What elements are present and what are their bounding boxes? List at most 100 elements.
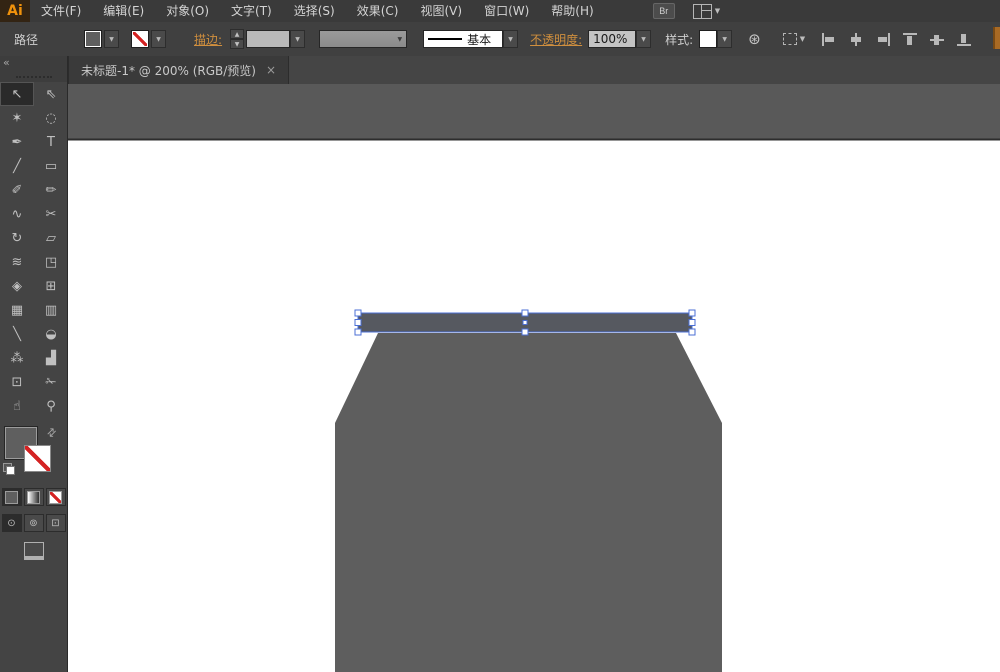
fill-dropdown-icon[interactable]: ▼ [104,30,119,48]
horizontal-align-center-icon[interactable] [848,32,864,47]
direct-selection-tool[interactable]: ⇖ [34,82,68,106]
stroke-color-control[interactable]: ▼ [131,30,166,48]
column-graph-tool[interactable]: ▟ [34,346,68,370]
artboard-tool[interactable]: ⊡ [0,370,34,394]
stroke-dropdown-icon[interactable]: ▼ [151,30,166,48]
bottle-body-shape[interactable] [335,333,722,672]
collapse-panel-icon[interactable]: « [3,56,10,69]
app-logo[interactable]: Ai [0,0,30,22]
vertical-align-center-icon[interactable] [929,32,945,47]
swap-fill-stroke-icon[interactable]: ⇄ [44,425,60,441]
zoom-tool[interactable]: ⚲ [34,394,68,418]
magic-wand-tool[interactable]: ✶ [0,106,34,130]
scissors-tool[interactable]: ✂ [34,202,68,226]
draw-inside-button[interactable]: ⊡ [46,514,66,532]
opacity-panel-link[interactable]: 不透明度: [530,31,582,48]
default-fill-stroke-icon[interactable] [3,463,15,475]
menu-type[interactable]: 文字(T) [220,0,283,22]
stroke-panel-link[interactable]: 描边: [194,31,222,48]
stroke-weight-stepper[interactable]: ▲ ▼ [230,29,244,49]
document-tab[interactable]: 未标题-1* @ 200% (RGB/预览) × [68,56,289,84]
width-tool[interactable]: ≋ [0,250,34,274]
selection-handle[interactable] [522,329,528,335]
style-dropdown-icon[interactable]: ▼ [717,30,732,48]
width-tool-icon: ≋ [12,255,23,270]
shape-builder-tool[interactable]: ◈ [0,274,34,298]
draw-behind-button[interactable]: ⊚ [24,514,44,532]
selection-handle[interactable] [689,320,695,326]
stroke-swatch[interactable] [24,445,51,472]
eyedropper-tool[interactable]: ╲ [0,322,34,346]
paintbrush-tool[interactable]: ✐ [0,178,34,202]
draw-behind-icon: ⊚ [29,518,37,529]
horizontal-align-right-icon[interactable] [875,32,891,47]
selection-tool[interactable]: ↖ [0,82,34,106]
blob-brush-tool[interactable]: ∿ [0,202,34,226]
paint-mode-row [0,488,67,506]
slice-tool[interactable]: ✁ [34,370,68,394]
vertical-align-bottom-icon[interactable] [956,32,972,47]
selection-handle[interactable] [355,310,361,316]
color-button[interactable] [2,488,22,506]
recolor-artwork-icon[interactable]: ⊛ [748,30,761,48]
gradient-tool[interactable]: ▥ [34,298,68,322]
perspective-grid-tool-icon: ⊞ [46,279,57,294]
pencil-tool[interactable]: ✏ [34,178,68,202]
selection-handle[interactable] [689,310,695,316]
stroke-weight-dropdown-icon[interactable]: ▼ [290,30,305,48]
arrange-documents-button[interactable]: ▼ [693,4,720,19]
stepper-down-icon[interactable]: ▼ [230,39,244,49]
opacity-dropdown-icon[interactable]: ▼ [636,30,651,48]
menu-object[interactable]: 对象(O) [155,0,220,22]
none-button[interactable] [46,488,66,506]
stroke-none-swatch[interactable] [131,30,149,48]
symbol-sprayer-tool[interactable]: ⁂ [0,346,34,370]
bridge-button[interactable]: Br [653,3,675,19]
menu-file[interactable]: 文件(F) [30,0,92,22]
menu-view[interactable]: 视图(V) [409,0,473,22]
blend-tool[interactable]: ◒ [34,322,68,346]
selection-handle[interactable] [522,310,528,316]
vertical-align-top-icon[interactable] [902,32,918,47]
stroke-weight-input[interactable] [246,30,290,48]
fill-swatch[interactable] [84,30,102,48]
screen-mode-icon[interactable] [24,542,44,560]
scale-tool[interactable]: ▱ [34,226,68,250]
lasso-tool[interactable]: ◌ [34,106,68,130]
style-swatch[interactable] [699,30,717,48]
menu-select[interactable]: 选择(S) [283,0,346,22]
panel-grip-handle[interactable] [16,76,52,78]
stepper-up-icon[interactable]: ▲ [230,29,244,39]
canvas-area[interactable] [68,84,1000,672]
mesh-tool[interactable]: ▦ [0,298,34,322]
chevron-down-icon: ▼ [715,7,720,15]
align-to-selection-button[interactable]: ▼ [783,33,805,45]
menu-window[interactable]: 窗口(W) [473,0,540,22]
selection-handle[interactable] [355,329,361,335]
draw-mode-row: ⊙ ⊚ ⊡ [0,514,67,532]
menu-help[interactable]: 帮助(H) [540,0,604,22]
rectangle-tool[interactable]: ▭ [34,154,68,178]
horizontal-align-left-icon[interactable] [821,32,837,47]
hand-tool[interactable]: ☝ [0,394,34,418]
opacity-input[interactable]: 100% [588,30,636,48]
selection-handle[interactable] [689,329,695,335]
fill-color-control[interactable]: ▼ [84,30,119,48]
gradient-button[interactable] [24,488,44,506]
menu-edit[interactable]: 编辑(E) [92,0,155,22]
line-segment-tool[interactable]: ╱ [0,154,34,178]
menu-effect[interactable]: 效果(C) [346,0,410,22]
width-profile-select[interactable]: ▼ [319,30,407,48]
selection-handle[interactable] [355,320,361,326]
free-transform-tool[interactable]: ◳ [34,250,68,274]
brush-definition-select[interactable]: 基本 [423,30,503,48]
type-tool[interactable]: T [34,130,68,154]
perspective-grid-tool[interactable]: ⊞ [34,274,68,298]
brush-dropdown-icon[interactable]: ▼ [503,30,518,48]
rotate-tool[interactable]: ↻ [0,226,34,250]
pen-tool[interactable]: ✒ [0,130,34,154]
close-icon[interactable]: × [266,64,276,76]
magic-wand-tool-icon: ✶ [12,111,23,126]
draw-normal-button[interactable]: ⊙ [2,514,22,532]
none-icon [49,491,62,504]
